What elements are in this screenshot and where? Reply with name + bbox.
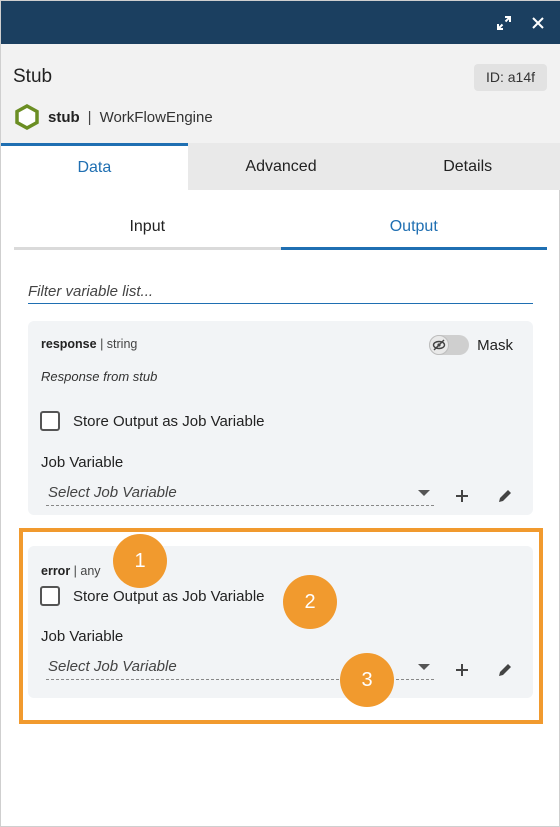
main-tabs: Data Advanced Details xyxy=(1,143,560,190)
tab-input[interactable]: Input xyxy=(14,206,281,250)
filter-field xyxy=(28,280,533,304)
plus-icon[interactable] xyxy=(450,484,474,508)
tab-data[interactable]: Data xyxy=(1,143,188,190)
job-variable-label: Job Variable xyxy=(41,454,124,471)
tab-details[interactable]: Details xyxy=(374,143,560,190)
variable-type: | string xyxy=(96,337,138,351)
annotation-marker-3: 3 xyxy=(340,653,394,707)
engine-name: stub xyxy=(48,108,80,126)
store-output-row: Store Output as Job Variable xyxy=(40,411,265,431)
id-badge: ID: a14f xyxy=(473,64,547,91)
mask-toggle[interactable] xyxy=(429,335,470,355)
pencil-icon[interactable] xyxy=(493,484,517,508)
variable-card-response: response | string Mask Response from stu… xyxy=(28,321,533,515)
store-output-checkbox[interactable] xyxy=(40,411,60,431)
annotation-marker-2: 2 xyxy=(283,575,337,629)
annotation-highlight-box xyxy=(19,528,543,724)
filter-input[interactable] xyxy=(28,280,533,302)
title-bar xyxy=(1,1,560,44)
engine-separator: | xyxy=(87,108,92,126)
annotation-marker-1: 1 xyxy=(113,534,167,588)
variable-panel: Stub ID: a14f stub | WorkFlowEngine Data… xyxy=(0,0,560,827)
tab-output[interactable]: Output xyxy=(280,206,547,250)
variable-header: response | string xyxy=(41,337,137,351)
hexagon-icon xyxy=(15,104,39,130)
engine-type: WorkFlowEngine xyxy=(99,108,213,126)
variable-name: response xyxy=(41,337,97,351)
variable-description: Response from stub xyxy=(41,369,158,384)
mask-label: Mask xyxy=(477,336,513,354)
io-tabs: Input Output xyxy=(14,206,547,250)
eye-off-icon xyxy=(429,335,450,355)
panel-header: Stub ID: a14f stub | WorkFlowEngine xyxy=(1,44,560,144)
tab-advanced[interactable]: Advanced xyxy=(188,143,375,190)
mask-toggle-group: Mask xyxy=(429,335,513,355)
job-variable-select[interactable]: Select Job Variable xyxy=(46,482,434,506)
close-icon[interactable] xyxy=(527,12,549,34)
chevron-down-icon xyxy=(418,490,430,496)
panel-title: Stub xyxy=(13,66,53,87)
select-placeholder: Select Job Variable xyxy=(48,484,177,501)
engine-row: stub | WorkFlowEngine xyxy=(14,104,213,130)
expand-icon[interactable] xyxy=(493,12,515,34)
store-output-label: Store Output as Job Variable xyxy=(73,412,265,430)
